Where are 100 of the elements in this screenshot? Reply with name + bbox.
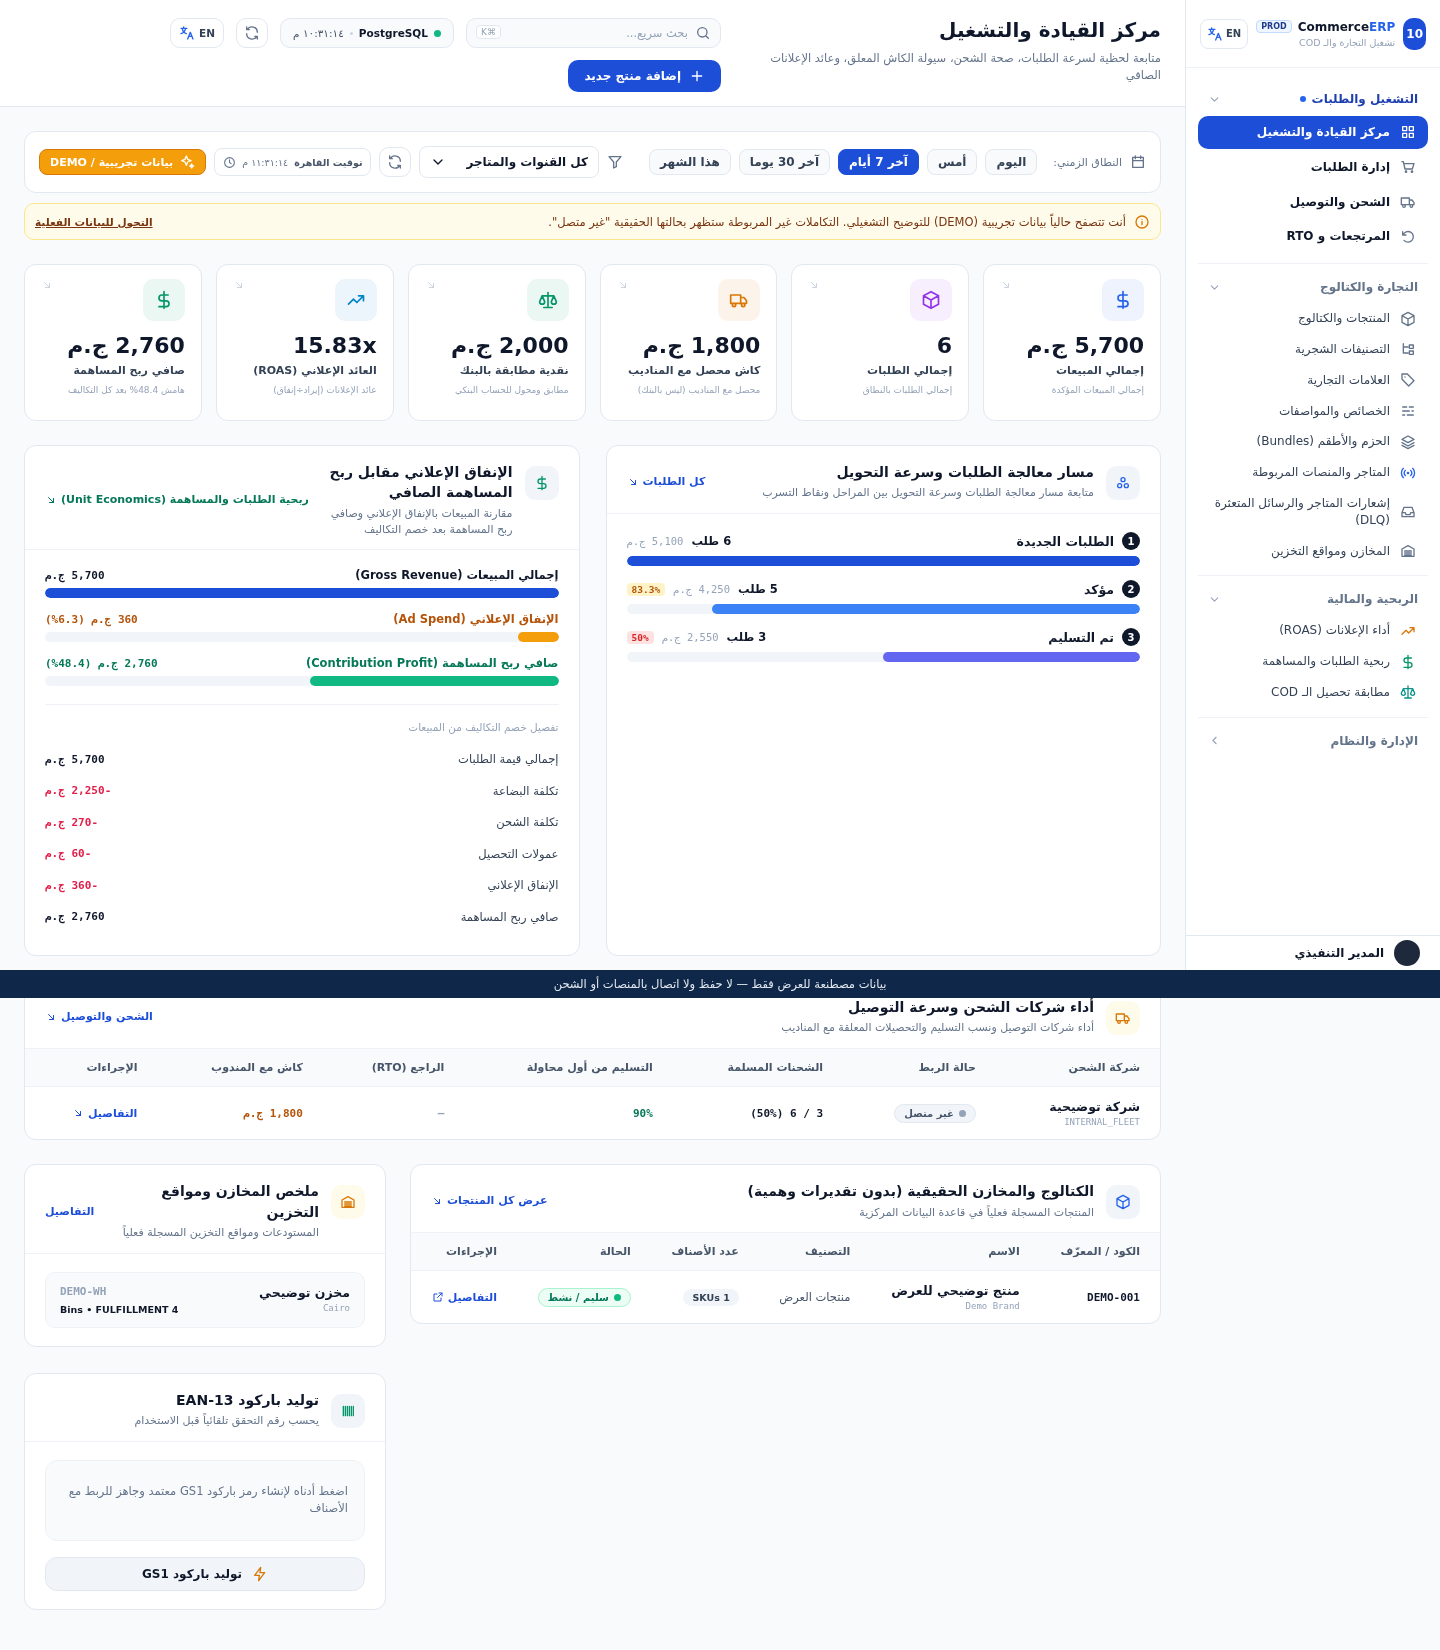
range-label: النطاق الزمني: bbox=[1053, 155, 1122, 169]
server-time: ١٠:٣١:١٤ م bbox=[293, 27, 344, 39]
cost-value: -360 ج.م bbox=[45, 878, 98, 892]
range-tab[interactable]: آخر 30 يوما bbox=[738, 149, 831, 175]
metric-value: 5,700 ج.م bbox=[45, 568, 105, 582]
product-code: DEMO-001 bbox=[1087, 1291, 1140, 1305]
nav-item[interactable]: المتاجر والمنصات المربوطة bbox=[1198, 458, 1428, 487]
nav-item[interactable]: المنتجات والكتالوج bbox=[1198, 304, 1428, 333]
language-button[interactable]: EN bbox=[1200, 18, 1249, 49]
grid-icon bbox=[1400, 124, 1416, 141]
warehouse-name: مخزن توضيحي bbox=[259, 1284, 350, 1300]
database-name: PostgreSQL bbox=[358, 27, 428, 39]
range-tab[interactable]: هذا الشهر bbox=[649, 149, 731, 175]
range-tab[interactable]: اليوم bbox=[985, 149, 1038, 175]
cost-label: الإنفاق الإعلاني bbox=[487, 878, 559, 893]
cost-label: تكلفة البضاعة bbox=[492, 783, 559, 798]
switch-data-link[interactable]: التحول للبيانات الفعلية bbox=[35, 215, 153, 228]
kpi-note: إجمالي الطلبات بالنطاق bbox=[861, 385, 953, 395]
details-link[interactable]: التفاصيل bbox=[431, 1290, 497, 1304]
user-name: المدير التنفيذي bbox=[1294, 946, 1384, 960]
range-tab[interactable]: أمس bbox=[926, 149, 978, 175]
nav-item[interactable]: إشعارات المتاجر والرسائل المتعثرة (DLQ) bbox=[1198, 488, 1428, 535]
warehouse-meta: Bins • FULFILLMENT 4 bbox=[60, 1303, 179, 1315]
metric-label: صافي ربح المساهمة (Contribution Profit) bbox=[305, 656, 559, 671]
logo-badge: 10 bbox=[1403, 17, 1426, 50]
nav-item[interactable]: الحزم والأطقم (Bundles) bbox=[1198, 427, 1428, 457]
range-tab[interactable]: آخر 7 أيام bbox=[838, 149, 919, 175]
cost-value: -60 ج.م bbox=[45, 847, 92, 861]
nav-item[interactable]: أداء الإعلانات (ROAS) bbox=[1198, 616, 1428, 646]
truck-icon bbox=[1115, 1010, 1131, 1026]
nav-item[interactable]: ربحية الطلبات والمساهمة bbox=[1198, 647, 1428, 676]
nav-item[interactable]: المخازن ومواقع التخزين bbox=[1198, 536, 1428, 566]
kpi-value: 6 bbox=[935, 333, 953, 358]
kpi-note: إجمالي المبيعات المؤكدة bbox=[1050, 385, 1144, 395]
order-count: 5 طلب bbox=[738, 582, 778, 597]
timezone-label: توقيت القاهرة bbox=[294, 156, 363, 168]
product-name: منتج توضيحي للعرض bbox=[890, 1283, 1020, 1299]
details-link[interactable]: التفاصيل bbox=[45, 1204, 95, 1218]
nav-group-title: الإدارة والنظام bbox=[1330, 733, 1418, 748]
kpi-value: 2,000 ج.م bbox=[449, 333, 569, 358]
table-cell: 3 / 6 (50%) bbox=[750, 1107, 824, 1121]
generate-barcode-button[interactable]: توليد باركود GS1 bbox=[45, 1556, 365, 1591]
cost-label: تكلفة الشحن bbox=[496, 815, 559, 830]
panel-title: الإنفاق الإعلاني مقابل ربح المساهمة الصافي bbox=[328, 463, 513, 503]
refresh-button[interactable] bbox=[379, 147, 412, 177]
nav-item[interactable]: مركز القيادة والتشغيل bbox=[1198, 116, 1428, 149]
stage-name: مؤكد bbox=[1083, 581, 1114, 597]
refresh-button[interactable] bbox=[236, 18, 269, 48]
nav-item[interactable]: التصنيفات الشجرية bbox=[1198, 335, 1428, 364]
language-button[interactable]: EN bbox=[170, 18, 225, 48]
cube-icon bbox=[1115, 1194, 1131, 1211]
page-subtitle: متابعة لحظية لسرعة الطلبات، صحة الشحن، سيولة الكاش المعلق، وعائد الإعلانات الصافي bbox=[769, 50, 1161, 84]
nav-group-header[interactable]: الإدارة والنظام bbox=[1198, 723, 1428, 756]
nav-item[interactable]: إدارة الطلبات bbox=[1198, 150, 1428, 184]
panel-subtitle: مقارنة المبيعات بالإنفاق الإعلاني وصافي ربح المساهمة بعد خصم التكاليف bbox=[329, 505, 513, 538]
column-header: الشحنات المسلمة bbox=[672, 1049, 844, 1087]
nav-group-title: التجارة والكتالوج bbox=[1320, 280, 1418, 295]
channel-select[interactable]: كل القنوات والمتاجر bbox=[419, 146, 600, 178]
unit-economics-link[interactable]: ربحية الطلبات والمساهمة (Unit Economics) bbox=[45, 493, 309, 507]
layers-icon bbox=[1400, 433, 1416, 450]
clock-icon bbox=[223, 155, 237, 169]
nav-group-header[interactable]: الربحية والمالية bbox=[1198, 582, 1428, 615]
nav-item[interactable]: المرتجعات و RTO bbox=[1198, 220, 1428, 254]
nav-group-header[interactable]: التشغيل والطلبات bbox=[1198, 82, 1428, 114]
nav-item[interactable]: الشحن والتوصيل bbox=[1198, 185, 1428, 219]
translate-icon bbox=[1207, 25, 1223, 42]
barcode-hint: اضغط أدناه لإنشاء رمز باركود GS1 معتمد وجاهز للربط مع الأصناف bbox=[45, 1460, 365, 1541]
all-products-link[interactable]: عرض كل المنتجات bbox=[431, 1194, 548, 1208]
kpi-label: العائد الإعلاني (ROAS) bbox=[252, 364, 377, 377]
tag-icon bbox=[1400, 372, 1416, 389]
panel-subtitle: المستودعات ومواقع التخزين المسجلة فعلياً bbox=[121, 1224, 319, 1241]
metric-label: إجمالي المبيعات (Gross Revenue) bbox=[355, 568, 559, 583]
panel-subtitle: متابعة مسار معالجة الطلبات وسرعة التحويل بين المراحل ونقاط التسرب bbox=[761, 485, 1094, 502]
nav-item[interactable]: الخصائص والمواصفات bbox=[1198, 396, 1428, 426]
nav-item[interactable]: العلامات التجارية bbox=[1198, 365, 1428, 395]
shipping-link[interactable]: الشحن والتوصيل bbox=[45, 1010, 153, 1024]
cost-label: إجمالي قيمة الطلبات bbox=[458, 752, 559, 767]
carrier-code: INTERNAL_FLEET bbox=[1063, 1117, 1140, 1128]
cost-label: عمولات التحصيل bbox=[478, 846, 559, 861]
column-header: الإجراءات bbox=[411, 1233, 517, 1271]
all-orders-link[interactable]: كل الطلبات bbox=[626, 475, 706, 489]
panel-subtitle: المنتجات المسجلة فعلياً في قاعدة البيانات المركزية bbox=[858, 1204, 1094, 1221]
column-header: الحالة bbox=[517, 1233, 651, 1271]
panel-title: ملخص المخازن ومواقع التخزين bbox=[160, 1182, 319, 1222]
panel-title: الكتالوج والمخازن الحقيقية (بدون تقديرات وهمية) bbox=[746, 1182, 1094, 1202]
brand-name: Demo Brand bbox=[964, 1301, 1020, 1312]
cost-value: 5,700 ج.م bbox=[45, 752, 105, 766]
search-icon bbox=[695, 25, 711, 41]
nav-group-header[interactable]: التجارة والكتالوج bbox=[1198, 270, 1428, 303]
kpi-label: صافي ربح المساهمة bbox=[72, 364, 185, 377]
info-icon bbox=[1134, 213, 1150, 230]
kpi-label: نقدية مطابقة بالبنك bbox=[458, 364, 569, 377]
kpi-value: 15.83x bbox=[291, 333, 377, 358]
stage-amount: 4,250 ج.م bbox=[673, 583, 730, 596]
details-link[interactable]: التفاصيل bbox=[45, 1106, 138, 1120]
current-time: ١١:٣١:١٤ م bbox=[242, 156, 289, 168]
return-icon bbox=[1400, 228, 1416, 245]
add-product-button[interactable]: إضافة منتج جديد bbox=[568, 60, 721, 92]
nav-item[interactable]: مطابقة تحصيل الـ COD bbox=[1198, 677, 1428, 707]
kpi-note: عائد الإعلانات (إيراد÷إنفاق) bbox=[272, 385, 377, 395]
